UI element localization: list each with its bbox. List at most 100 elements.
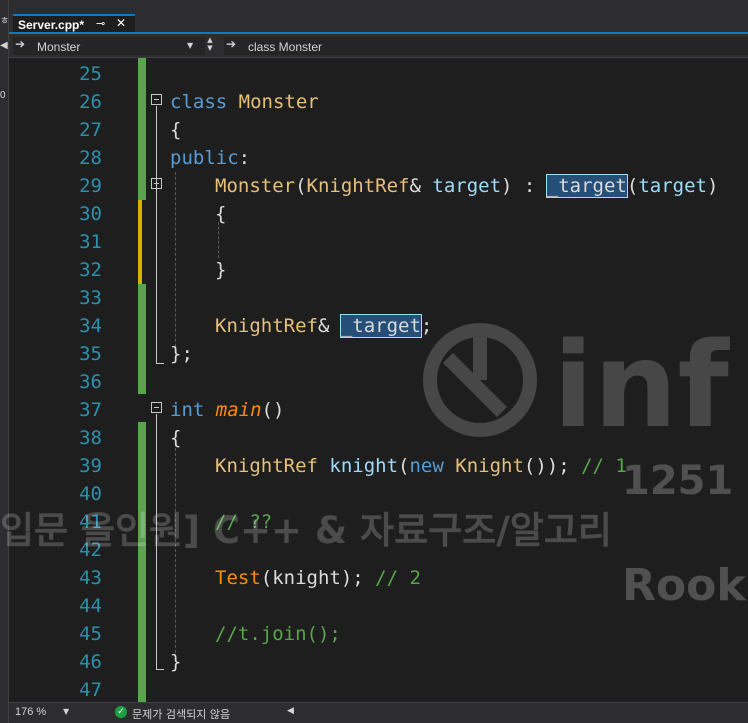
ampersand: & [409, 175, 433, 197]
code-line-35[interactable]: }; [170, 340, 193, 368]
indent-guide [175, 448, 176, 658]
highlighted-member: _target [545, 174, 628, 198]
editor-status-bar: 176 % ▼ ✓ 문제가 검색되지 않음 ◀ [9, 702, 748, 723]
check-circle-icon: ✓ [115, 706, 127, 718]
keyword: new [409, 455, 444, 477]
collapse-icon[interactable] [151, 402, 162, 413]
brace: { [170, 427, 182, 449]
line-number: 26 [79, 91, 102, 113]
collapse-icon[interactable] [151, 94, 162, 105]
pin-icon[interactable]: ⊸ [96, 17, 105, 30]
code-line-39[interactable]: KnightRef knight(new Knight()); // 1 [215, 452, 627, 480]
brace: { [215, 203, 227, 225]
code-line-34[interactable]: KnightRef& _target; [215, 312, 432, 340]
code-line-43[interactable]: Test(knight); // 2 [215, 564, 421, 592]
brace: { [170, 119, 182, 141]
code-line-32[interactable]: } [215, 256, 226, 284]
line-number: 46 [79, 651, 102, 673]
scope-dropdown[interactable]: ➔ Monster ▼ [13, 37, 205, 55]
initializer-colon: ) : [501, 175, 547, 197]
comment: // 2 [375, 567, 421, 589]
line-number: 37 [79, 399, 102, 421]
paren: () [261, 399, 285, 421]
scroll-left-icon[interactable]: ◀ [287, 706, 294, 716]
line-number: 29 [79, 175, 102, 197]
line-number: 42 [79, 539, 102, 561]
line-number: 30 [79, 203, 102, 225]
change-marker-saved [138, 284, 146, 394]
outline-end [156, 669, 164, 670]
side-label[interactable]: ◀ [0, 40, 8, 51]
line-number: 43 [79, 567, 102, 589]
type-name: KnightRef [306, 175, 410, 197]
issues-status[interactable]: 문제가 검색되지 않음 [132, 706, 230, 722]
line-number: 32 [79, 259, 102, 281]
constructor-name: Monster [215, 175, 296, 197]
comment: //t.join(); [215, 623, 341, 645]
keyword: class [170, 91, 228, 113]
zoom-level[interactable]: 176 % [15, 706, 46, 718]
function-name: main [215, 399, 262, 421]
left-tool-strip: ㅎ ◀ 0 [0, 0, 9, 723]
split-spinner-icon[interactable]: ▲ ▼ [204, 36, 216, 56]
code-line-29[interactable]: Monster(KnightRef& target) : _target(tar… [215, 172, 718, 200]
chevron-down-icon[interactable]: ▼ [63, 707, 69, 716]
paren: ( [626, 175, 639, 197]
line-number: 34 [79, 315, 102, 337]
line-number: 39 [79, 455, 102, 477]
brace: } [215, 259, 227, 281]
code-line-37[interactable]: int main() [170, 396, 284, 424]
variable: knight [317, 455, 399, 477]
change-marker-saved [138, 58, 146, 200]
collapse-icon[interactable] [151, 178, 162, 189]
line-number: 40 [79, 483, 102, 505]
outline-end [156, 363, 164, 364]
line-number: 25 [79, 63, 102, 85]
navigation-bar: ➔ Monster ▼ ▲ ▼ ➔ class Monster [9, 34, 748, 58]
colon: : [238, 147, 251, 169]
line-number: 44 [79, 595, 102, 617]
function-call: Test [215, 567, 261, 589]
code-line-45[interactable]: //t.join(); [215, 620, 341, 648]
arrow-right-icon: ➔ [15, 37, 26, 51]
side-label[interactable]: ㅎ [0, 12, 9, 27]
close-icon[interactable]: ✕ [116, 16, 126, 30]
code-line-26[interactable]: class Monster [170, 88, 319, 116]
comment: // 1 [581, 455, 627, 477]
paren: ( [398, 455, 410, 477]
outline-line [156, 414, 157, 670]
ampersand: & [317, 315, 341, 337]
class-name: Monster [227, 91, 319, 113]
code-line-28[interactable]: public: [170, 144, 250, 172]
outline-line [156, 106, 157, 364]
chevron-down-icon[interactable]: ▼ [187, 41, 193, 50]
member-dropdown[interactable]: ➔ class Monster [224, 37, 748, 55]
brace: }; [170, 343, 193, 365]
side-label[interactable]: 0 [0, 90, 6, 101]
code-line-27[interactable]: { [170, 116, 181, 144]
tab-server-cpp[interactable]: Server.cpp* ⊸ ✕ [13, 14, 135, 34]
brace: } [170, 651, 182, 673]
parameter: target [432, 175, 502, 197]
line-number: 41 [79, 511, 102, 533]
highlighted-member: _target [339, 314, 422, 338]
code-line-38[interactable]: { [170, 424, 181, 452]
semicolon: ; [420, 315, 433, 337]
code-line-41[interactable]: // ?? [215, 508, 272, 536]
line-number: 33 [79, 287, 102, 309]
watermark-number: 1251 [622, 458, 734, 504]
member-label: class Monster [248, 40, 323, 54]
tab-title: Server.cpp* [18, 18, 85, 32]
watermark-logo: inf le [423, 318, 748, 448]
type-name: KnightRef [215, 315, 318, 337]
code-line-46[interactable]: } [170, 648, 181, 676]
class-name: Knight [443, 455, 524, 477]
argument: target [638, 175, 707, 197]
line-number: 45 [79, 623, 102, 645]
code-line-30[interactable]: { [215, 200, 226, 228]
line-number: 38 [79, 427, 102, 449]
watermark-logo-text: inf le [553, 318, 748, 448]
call-parens: ()); [523, 455, 582, 477]
line-number: 31 [79, 231, 102, 253]
line-number: 28 [79, 147, 102, 169]
